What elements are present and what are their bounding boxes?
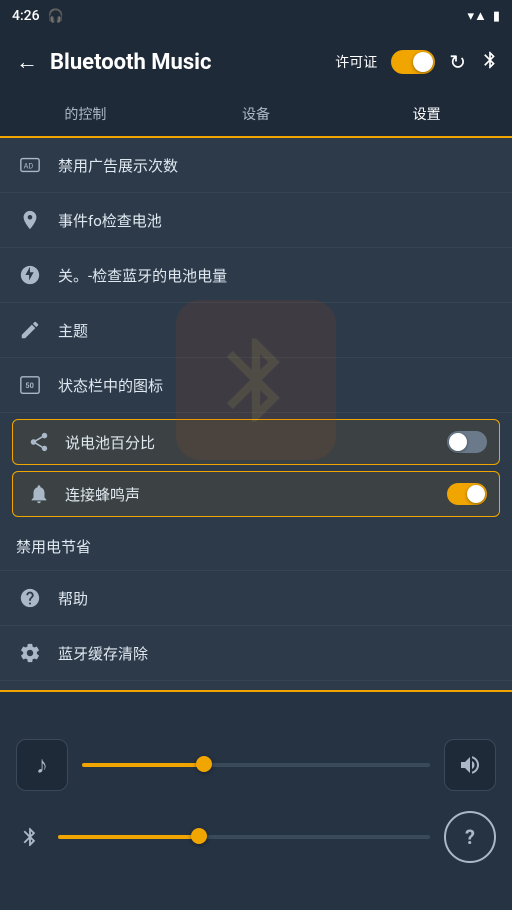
music-note-button[interactable]: ♪: [16, 739, 68, 791]
refresh-icon[interactable]: ↻: [449, 50, 466, 74]
connect-beep-text: 连接蜂鸣声: [65, 484, 435, 505]
tabs: 的控制 设备 设置: [0, 92, 512, 138]
status-time: 4:26: [12, 8, 40, 24]
connect-beep-icon: [25, 480, 53, 508]
help-player-button[interactable]: ?: [444, 811, 496, 863]
header-actions: 许可证 ↻: [335, 50, 500, 75]
battery-percent-text: 说电池百分比: [65, 432, 435, 453]
permission-label: 许可证: [335, 52, 377, 72]
menu-item-statusbar[interactable]: 50 状态栏中的图标: [0, 358, 512, 413]
tab-device[interactable]: 设备: [171, 92, 342, 136]
tab-control[interactable]: 的控制: [0, 92, 171, 136]
toggle-battery-percent[interactable]: 说电池百分比: [12, 419, 500, 465]
ads-text: 禁用广告展示次数: [58, 155, 496, 176]
bottom-player: ♪ ?: [0, 690, 512, 910]
tab-settings[interactable]: 设置: [341, 92, 512, 136]
clear-cache-icon: [16, 639, 44, 667]
bluetooth-header-icon[interactable]: [480, 50, 500, 75]
battery-icon: ▮: [493, 9, 500, 24]
music-note-icon: ♪: [36, 751, 48, 780]
theme-icon: [16, 316, 44, 344]
volume-button[interactable]: [444, 739, 496, 791]
volume-slider[interactable]: [82, 762, 430, 768]
help-text: 帮助: [58, 588, 496, 609]
bt-slider[interactable]: [58, 834, 430, 840]
menu-item-help[interactable]: 帮助: [0, 571, 512, 626]
volume-icon: [458, 753, 482, 777]
menu-item-clear-cache[interactable]: 蓝牙缓存清除: [0, 626, 512, 681]
help-icon: [16, 584, 44, 612]
event-icon: [16, 206, 44, 234]
back-button[interactable]: ←: [12, 45, 42, 79]
battery-check-icon: [16, 261, 44, 289]
bluetooth-row: ?: [16, 811, 496, 863]
menu-item-ads[interactable]: AD 禁用广告展示次数: [0, 138, 512, 193]
statusbar-text: 状态栏中的图标: [58, 375, 496, 396]
battery-check-text: 关。-检查蓝牙的电池电量: [58, 265, 496, 286]
menu-item-event[interactable]: 事件fo检查电池: [0, 193, 512, 248]
menu-item-permissions[interactable]: 权限: [0, 681, 512, 690]
status-bar: 4:26 🎧 ▾▲ ▮: [0, 0, 512, 32]
page-title: Bluetooth Music: [50, 50, 327, 75]
toggle-knob: [413, 52, 433, 72]
clear-cache-text: 蓝牙缓存清除: [58, 643, 496, 664]
svg-text:50: 50: [25, 381, 33, 390]
header: ← Bluetooth Music 许可证 ↻: [0, 32, 512, 92]
wifi-icon: ▾▲: [467, 8, 486, 24]
settings-content: AD 禁用广告展示次数 事件fo检查电池 关。-检查蓝牙的电池电量 主题 50 …: [0, 138, 512, 690]
battery-percent-toggle[interactable]: [447, 431, 487, 453]
ads-icon: AD: [16, 151, 44, 179]
toggle-connect-beep[interactable]: 连接蜂鸣声: [12, 471, 500, 517]
permission-toggle[interactable]: [391, 50, 435, 74]
svg-text:AD: AD: [24, 162, 34, 171]
volume-row: ♪: [16, 739, 496, 791]
event-text: 事件fo检查电池: [58, 210, 496, 231]
menu-item-power-save[interactable]: 禁用电节省: [0, 523, 512, 571]
theme-text: 主题: [58, 320, 496, 341]
connect-beep-toggle[interactable]: [447, 483, 487, 505]
help-player-icon: ?: [465, 825, 475, 849]
menu-item-battery-check[interactable]: 关。-检查蓝牙的电池电量: [0, 248, 512, 303]
statusbar-icon: 50: [16, 371, 44, 399]
bluetooth-player-icon: [16, 823, 44, 851]
menu-item-theme[interactable]: 主题: [0, 303, 512, 358]
headset-icon: 🎧: [48, 9, 64, 24]
power-save-text: 禁用电节省: [16, 536, 496, 557]
battery-percent-icon: [25, 428, 53, 456]
